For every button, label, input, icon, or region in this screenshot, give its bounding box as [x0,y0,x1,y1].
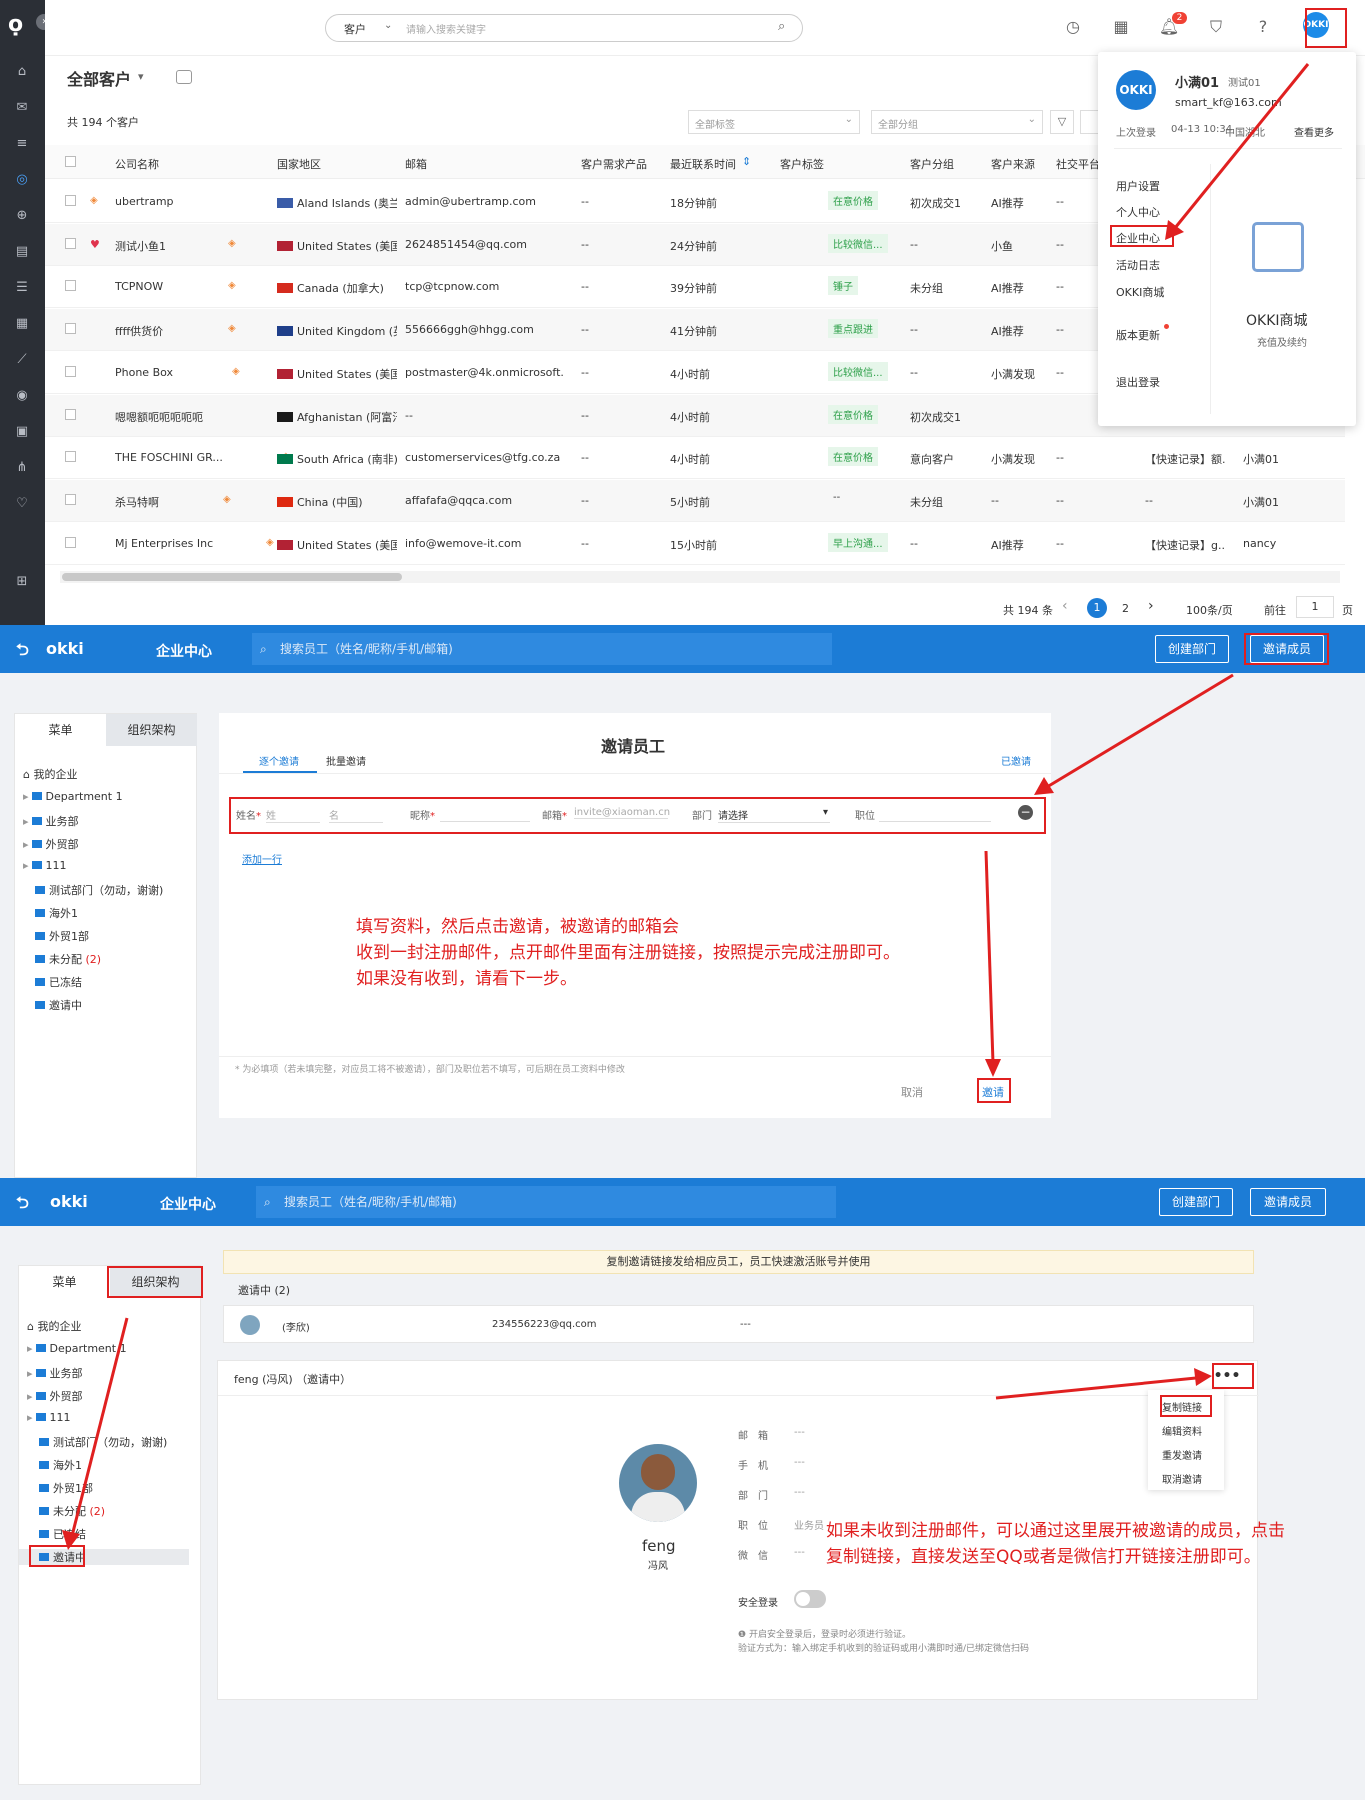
annotation-arrows-3 [62,1317,1212,1550]
annotation-arrow-1 [1165,63,1310,240]
annotation-arrows-2 [984,673,1234,1077]
crm-customer-panel: ọ › ⌂ ✉ ≡ ◎ ⊕ ▤ ☰ ▦ ⟋ ◉ ▣ ⋔ ♡ ⊞ 客户 ⌄ 请输入… [0,0,1365,625]
